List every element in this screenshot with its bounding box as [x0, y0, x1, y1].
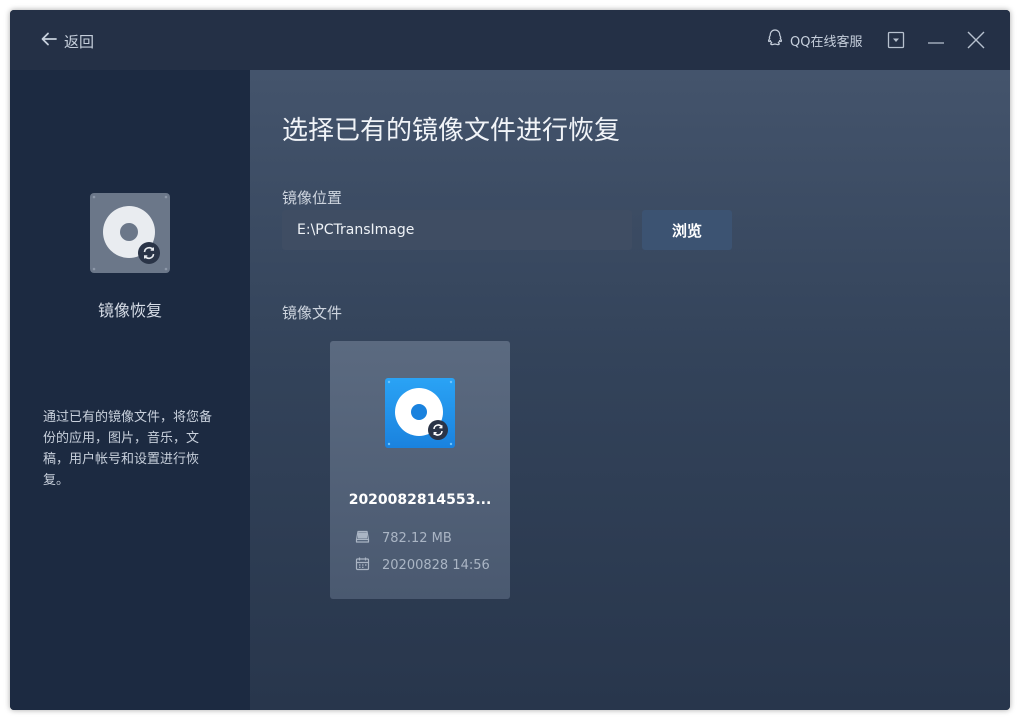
image-file-card[interactable]: 2020082814553... 782.12 MB 20200828 14:5…: [330, 341, 510, 599]
minimize-icon[interactable]: [926, 30, 946, 50]
main-panel: 选择已有的镜像文件进行恢复 镜像位置 E:\PCTransImage 浏览 镜像…: [250, 70, 1010, 710]
close-icon[interactable]: [966, 30, 986, 50]
image-files-label: 镜像文件: [282, 304, 343, 322]
arrow-left-icon: [40, 30, 58, 52]
title-bar: 返回 QQ在线客服: [10, 10, 1010, 70]
file-size: 782.12 MB: [382, 530, 452, 546]
app-window: 返回 QQ在线客服 镜像恢复 通过已有的镜像文件，将您备份的应用，图片，音乐，文…: [10, 10, 1010, 710]
browse-button[interactable]: 浏览: [642, 210, 732, 250]
support-label: QQ在线客服: [790, 34, 863, 50]
image-location-label: 镜像位置: [282, 189, 343, 207]
back-label: 返回: [64, 32, 95, 51]
dropdown-icon[interactable]: [886, 30, 906, 50]
file-size-row: 782.12 MB: [355, 529, 452, 547]
sidebar-title: 镜像恢复: [97, 301, 162, 320]
file-name: 2020082814553...: [348, 492, 492, 508]
drive-icon: [355, 529, 370, 548]
file-date: 20200828 14:56: [382, 557, 490, 573]
qq-support-button[interactable]: QQ在线客服: [766, 29, 862, 51]
calendar-icon: [355, 556, 370, 575]
disk-restore-icon: [385, 378, 455, 448]
sidebar: 镜像恢复 通过已有的镜像文件，将您备份的应用，图片，音乐，文稿，用户帐号和设置进…: [10, 70, 250, 710]
qq-icon: [766, 28, 784, 52]
back-button[interactable]: 返回: [40, 30, 94, 52]
page-title: 选择已有的镜像文件进行恢复: [282, 116, 621, 146]
disk-restore-icon: [90, 193, 170, 273]
file-date-row: 20200828 14:56: [355, 556, 490, 574]
image-path-value: E:\PCTransImage: [297, 222, 415, 238]
image-path-input[interactable]: E:\PCTransImage: [282, 210, 632, 250]
sidebar-description: 通过已有的镜像文件，将您备份的应用，图片，音乐，文稿，用户帐号和设置进行恢复。: [43, 410, 213, 488]
